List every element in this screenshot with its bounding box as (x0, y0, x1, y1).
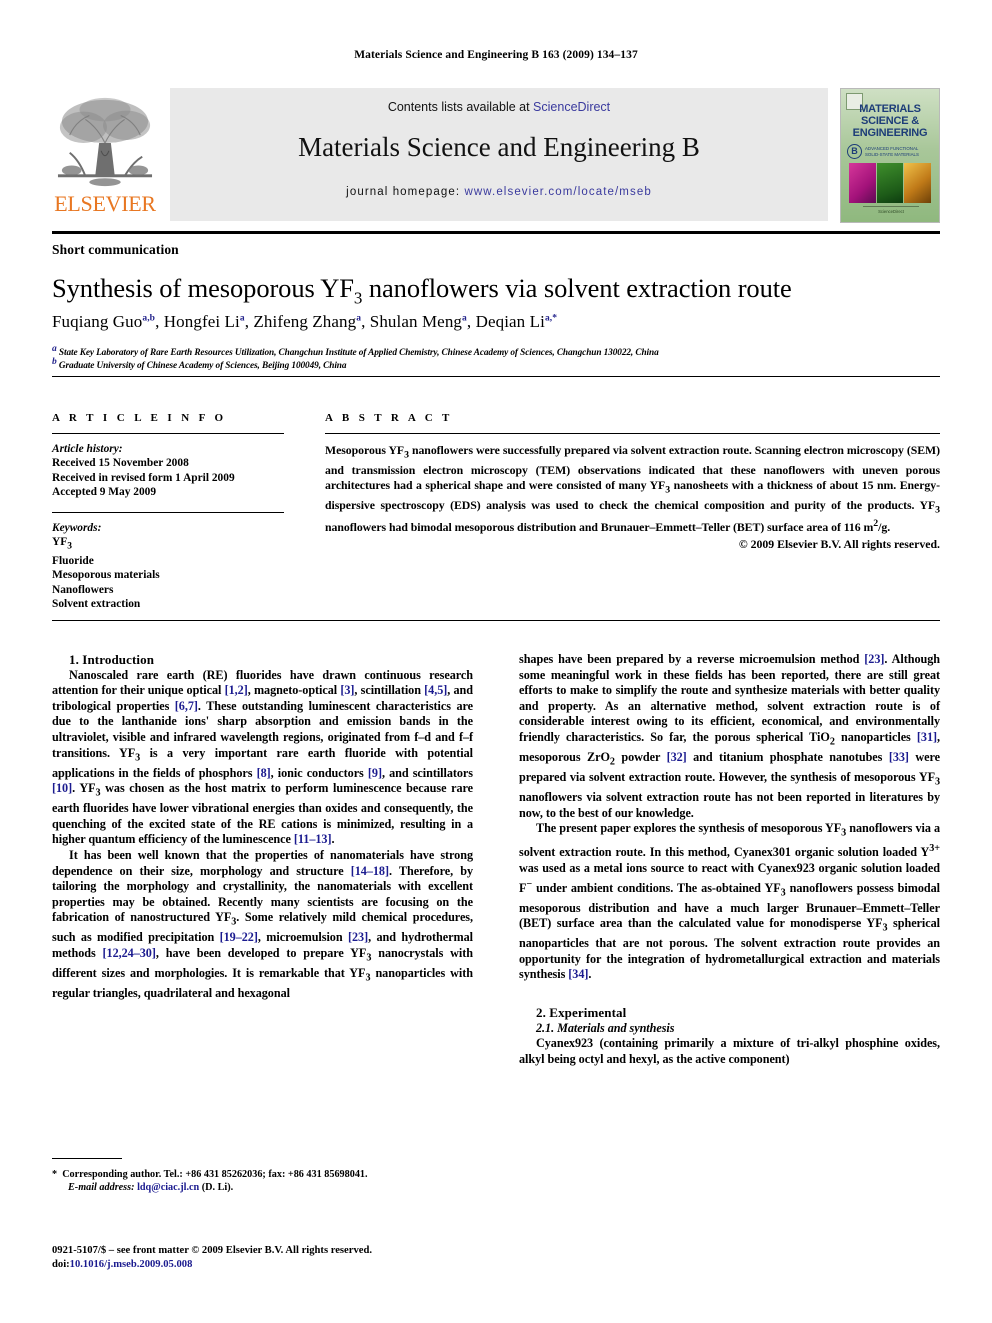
title-part-1: Synthesis of mesoporous YF (52, 273, 354, 303)
page-title: Synthesis of mesoporous YF3 nanoflowers … (52, 272, 942, 314)
email-line: E-mail address: ldq@ciac.jl.cn (D. Li). (52, 1181, 482, 1194)
cover-series: B ADVANCED FUNCTIONAL SOLID-STATE MATERI… (847, 144, 933, 159)
article-info-block: A R T I C L E I N F O Article history: R… (52, 412, 284, 611)
author-affiliation-marks: a (356, 313, 362, 324)
keyword-item: Solvent extraction (52, 597, 141, 610)
contents-lists-line: Contents lists available at ScienceDirec… (170, 100, 828, 114)
issn-line: 0921-5107/$ – see front matter © 2009 El… (52, 1245, 372, 1256)
article-history-item: Accepted 9 May 2009 (52, 485, 157, 498)
corresponding-author-note: * Corresponding author. Tel.: +86 431 85… (52, 1168, 482, 1194)
cover-image-magenta (849, 163, 876, 203)
keyword-item: Mesoporous materials (52, 569, 160, 582)
article-type-label: Short communication (52, 242, 179, 257)
section-heading-introduction: 1. Introduction (69, 652, 155, 667)
paragraph: Cyanex923 (containing primarily a mixtur… (519, 1036, 940, 1066)
subsection-heading-materials: 2.1. Materials and synthesis (536, 1020, 675, 1035)
issn-copyright-block: 0921-5107/$ – see front matter © 2009 El… (52, 1244, 482, 1271)
email-link[interactable]: ldq@ciac.jl.cn (137, 1182, 199, 1193)
author-affiliation-marks: a,b (142, 313, 156, 324)
author-name: Deqian Li (475, 312, 545, 331)
cover-series-badge: B (847, 144, 862, 159)
doi-line: doi:10.1016/j.mseb.2009.05.008 (52, 1258, 482, 1272)
author-name: Shulan Meng (369, 312, 463, 331)
author-affiliation-marks: a,* (544, 313, 558, 324)
paragraph: Nanoscaled rare earth (RE) fluorides hav… (52, 667, 474, 847)
section-heading-experimental: 2. Experimental (536, 1005, 627, 1021)
elsevier-logo: ELSEVIER (52, 88, 158, 223)
abstract-text: Mesoporous YF3 nanoflowers were successf… (325, 443, 940, 535)
cover-image-strip (849, 163, 932, 203)
keyword-item: Nanoflowers (52, 583, 114, 596)
author-affiliation-marks: a (239, 313, 245, 324)
abstract-block: A B S T R A C T Mesoporous YF3 nanoflowe… (325, 412, 940, 552)
affiliation-mark: a (52, 344, 57, 354)
title-part-2: nanoflowers via solvent extraction route (362, 273, 792, 303)
article-history-item: Received 15 November 2008 (52, 457, 189, 470)
corresponding-author-line: * Corresponding author. Tel.: +86 431 85… (52, 1168, 482, 1181)
paragraph: The present paper explores the synthesis… (519, 821, 940, 982)
journal-banner: Contents lists available at ScienceDirec… (170, 88, 828, 221)
affiliation-text: Graduate University of Chinese Academy o… (58, 361, 347, 372)
cover-image-gold (904, 163, 932, 203)
running-head: Materials Science and Engineering B 163 … (354, 49, 638, 61)
email-owner: (D. Li). (201, 1182, 234, 1193)
article-history-label: Article history: (52, 443, 123, 455)
author-name: Fuqiang Guo (52, 312, 143, 331)
abstract-rule (325, 433, 940, 434)
author-name: Hongfei Li (163, 312, 240, 331)
author-affiliation-marks: a (462, 313, 467, 324)
affiliation: a State Key Laboratory of Rare Earth Res… (52, 344, 942, 358)
elsevier-wordmark: ELSEVIER (54, 191, 156, 216)
affiliation: b Graduate University of Chinese Academy… (52, 357, 942, 371)
keywords-list: Keywords: YF3 Fluoride Mesoporous materi… (52, 521, 284, 611)
keywords-label: Keywords: (52, 522, 102, 535)
abstract-heading: A B S T R A C T (325, 412, 453, 424)
journal-homepage-link[interactable]: www.elsevier.com/locate/mseb (464, 186, 651, 198)
cover-title: MATERIALS SCIENCE & ENGINEERING (852, 103, 928, 139)
title-divider (52, 376, 940, 377)
author-list: Fuqiang Guoa,b, Hongfei Lia, Zhifeng Zha… (52, 312, 558, 331)
abstract-divider (52, 620, 940, 621)
paragraph: It has been well known that the properti… (52, 848, 473, 1001)
sciencedirect-link[interactable]: ScienceDirect (533, 100, 610, 114)
paragraph: shapes have been prepared by a reverse m… (519, 652, 940, 820)
cover-series-text: ADVANCED FUNCTIONAL SOLID-STATE MATERIAL… (865, 146, 919, 157)
elsevier-tree-icon (56, 92, 154, 190)
masthead-divider (52, 231, 940, 234)
email-label: E-mail address: (68, 1182, 135, 1193)
keywords-rule (52, 512, 284, 514)
doi-link[interactable]: 10.1016/j.mseb.2009.05.008 (70, 1259, 193, 1270)
keyword-item: YF3 (52, 536, 72, 552)
journal-masthead: ELSEVIER Contents lists available at Sci… (52, 88, 940, 223)
contents-prefix: Contents lists available at (387, 100, 534, 114)
journal-cover-thumbnail: MATERIALS SCIENCE & ENGINEERING B ADVANC… (840, 88, 940, 223)
corresponding-author-contact: Corresponding author. Tel.: +86 431 8526… (62, 1169, 368, 1180)
homepage-prefix: journal homepage: (346, 186, 465, 198)
article-history: Article history: Received 15 November 20… (52, 442, 284, 499)
body-column-left: 1. Introduction Nanoscaled rare earth (R… (52, 652, 473, 1002)
journal-homepage-line: journal homepage: www.elsevier.com/locat… (170, 186, 828, 198)
affiliation-mark: b (52, 357, 57, 367)
doi-label: doi: (52, 1258, 70, 1270)
cover-image-green (876, 163, 904, 203)
cover-footer-text: ScienceDirect (863, 206, 919, 214)
journal-title: Materials Science and Engineering B (298, 132, 700, 162)
article-info-heading: A R T I C L E I N F O (52, 412, 227, 424)
author-name: Zhifeng Zhang (253, 312, 357, 331)
article-info-rule (52, 433, 284, 434)
corresponding-author-marker: * (52, 1169, 58, 1180)
keyword-item: Fluoride (52, 555, 94, 568)
abstract-copyright: © 2009 Elsevier B.V. All rights reserved… (738, 536, 940, 551)
body-column-right: shapes have been prepared by a reverse m… (519, 652, 940, 1067)
article-history-item: Received in revised form 1 April 2009 (52, 471, 235, 484)
journal-article-page: Materials Science and Engineering B 163 … (0, 0, 992, 1323)
footnote-divider (52, 1158, 122, 1159)
